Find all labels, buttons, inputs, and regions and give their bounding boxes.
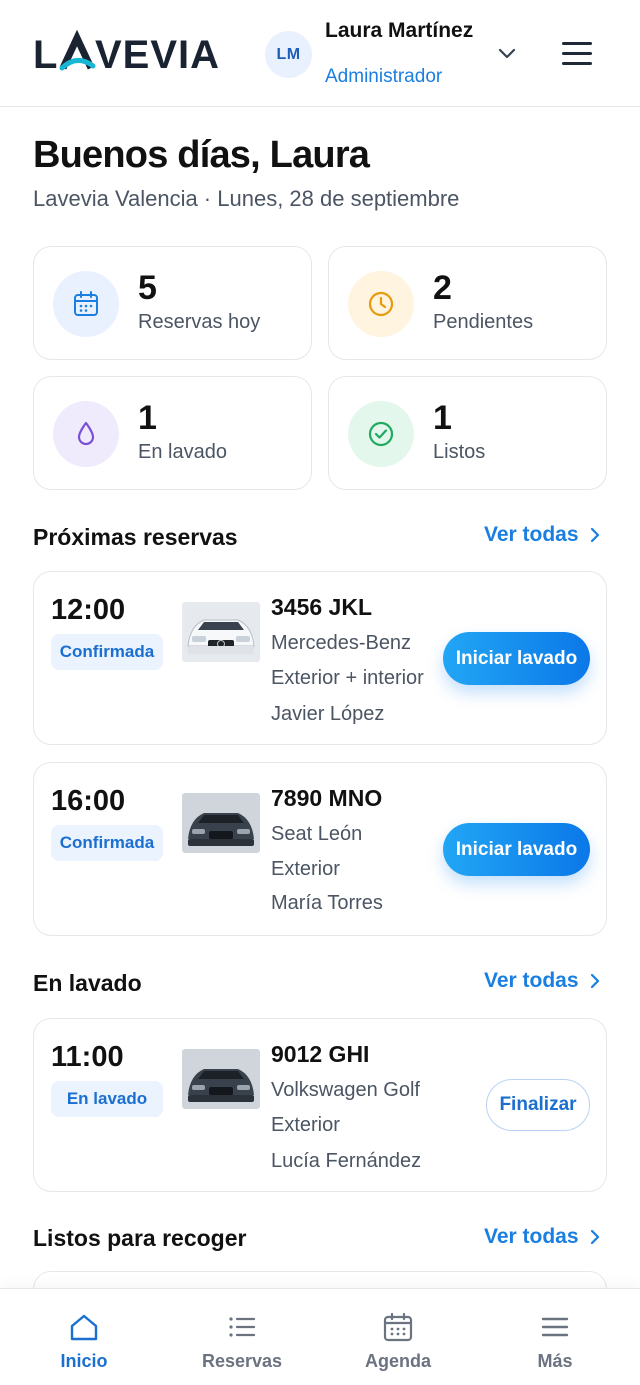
status-badge: Confirmada [51,825,163,861]
page-subtitle: Lavevia Valencia · Lunes, 28 de septiemb… [33,186,460,211]
reservation-card[interactable]: 12:00 Confirmada 3456 JKL Mercedes-Benz … [33,571,607,745]
service-type: Exterior + interior [271,667,424,689]
car-photo-dark [182,1049,260,1109]
calendar-icon [53,271,119,337]
chevron-down-icon[interactable] [496,42,518,64]
check-circle-icon [348,401,414,467]
nav-label: Más [537,1351,573,1371]
status-badge: En lavado [51,1081,163,1117]
nav-item-agenda[interactable]: Agenda [318,1289,478,1385]
service-type: Exterior [271,1114,340,1136]
car-model: Volkswagen Golf [271,1079,420,1101]
stat-label: En lavado [138,441,227,463]
customer-name: María Torres [271,892,383,914]
nav-label: Inicio [60,1351,108,1371]
stat-card-pending[interactable]: 2 Pendientes [328,246,607,360]
customer-name: Lucía Fernández [271,1150,422,1172]
app-header: L VEVIA LM Laura Martínez Administrador [0,0,640,107]
user-name[interactable]: Laura Martínez [325,19,485,43]
svg-text:L: L [33,33,58,76]
section-title-ready: Listos para recoger [33,1225,247,1251]
start-wash-button[interactable]: Iniciar lavado [443,632,590,685]
nav-label: Reservas [201,1351,283,1371]
section-title-upcoming: Próximas reservas [33,524,238,550]
service-type: Exterior [271,858,340,880]
home-icon [70,1314,98,1341]
nav-item-reservas[interactable]: Reservas [162,1289,322,1385]
view-all-upcoming-link[interactable]: Ver todas [484,523,601,547]
hamburger-menu-icon[interactable] [560,38,594,70]
stat-card-reservations-today[interactable]: 5 Reservas hoy [33,246,312,360]
stat-card-ready[interactable]: 1 Listos [328,376,607,490]
customer-name: Javier López [271,703,385,725]
reservation-time: 11:00 [51,1041,124,1073]
reservation-card[interactable]: 11:00 En lavado 9012 GHI Volkswagen Golf… [33,1018,607,1192]
finish-button[interactable]: Finalizar [486,1079,590,1131]
nav-item-mas[interactable]: Más [475,1289,635,1385]
reservation-card[interactable]: 16:00 Confirmada 7890 MNO Seat León Exte… [33,762,607,936]
nav-item-inicio[interactable]: Inicio [4,1289,164,1385]
water-drop-icon [53,401,119,467]
view-all-label: Ver todas [484,1225,579,1248]
view-all-ready-link[interactable]: Ver todas [484,1225,601,1249]
lavevia-logo[interactable]: L VEVIA [33,30,238,76]
list-icon [229,1317,256,1337]
menu-icon [541,1317,569,1337]
stat-value: 2 [433,269,452,307]
chevron-right-icon [590,527,599,543]
view-all-washing-link[interactable]: Ver todas [484,969,601,993]
avatar[interactable]: LM [265,31,312,78]
car-model: Mercedes-Benz [271,632,412,654]
view-all-label: Ver todas [484,969,579,992]
reservation-time: 12:00 [51,594,126,626]
stat-value: 1 [433,399,452,437]
stat-label: Reservas hoy [138,311,261,333]
page-title: Buenos días, Laura [33,134,370,176]
reservation-time: 16:00 [51,785,126,817]
stat-value: 5 [138,269,157,307]
clock-icon [348,271,414,337]
stat-label: Pendientes [433,311,534,333]
status-badge: Confirmada [51,634,163,670]
license-plate: 3456 JKL [271,594,373,620]
svg-text:VEVIA: VEVIA [95,33,220,76]
stat-label: Listos [433,441,486,463]
chevron-right-icon [590,973,599,989]
view-all-label: Ver todas [484,523,579,546]
bottom-navigation: Inicio Reservas Agenda Más [0,1288,640,1385]
start-wash-button[interactable]: Iniciar lavado [443,823,590,876]
user-role: Administrador [325,66,443,87]
section-title-washing: En lavado [33,970,142,996]
stat-value: 1 [138,399,157,437]
stat-card-washing[interactable]: 1 En lavado [33,376,312,490]
car-photo-dark [182,793,260,853]
license-plate: 7890 MNO [271,785,383,811]
nav-label: Agenda [364,1351,431,1371]
chevron-right-icon [590,1229,599,1245]
calendar-icon [383,1312,413,1342]
license-plate: 9012 GHI [271,1041,370,1067]
car-photo-white [182,602,260,662]
car-model: Seat León [271,823,363,845]
